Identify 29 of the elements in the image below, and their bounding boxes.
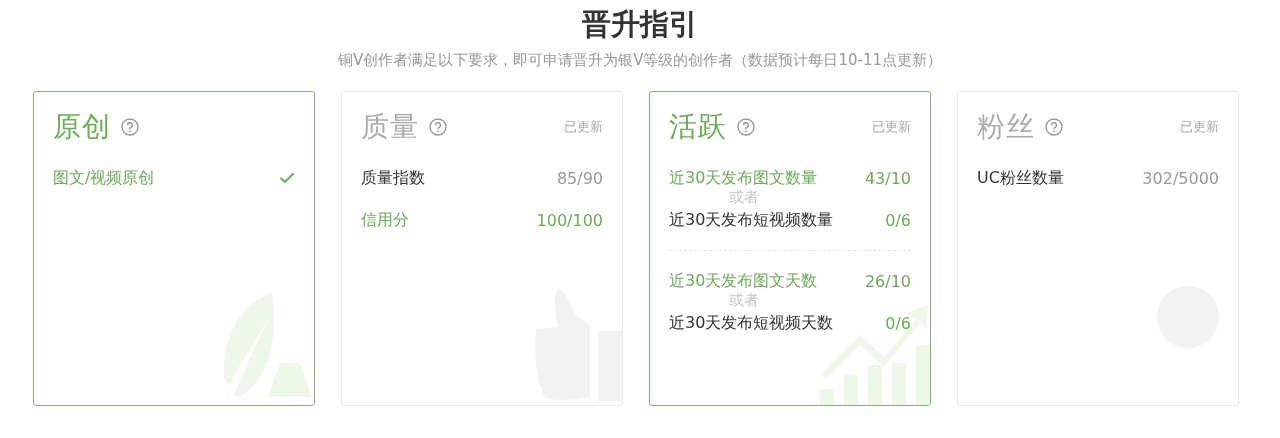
help-icon[interactable] — [121, 118, 139, 136]
requirement-label: 图文/视频原创 — [53, 167, 155, 189]
requirement-label: 信用分 — [361, 209, 409, 231]
requirement-value: 0/6 — [885, 313, 911, 333]
requirement-label: 近30天发布图文天数 — [669, 270, 818, 292]
help-icon[interactable] — [429, 118, 447, 136]
requirement-value: 302/5000 — [1142, 168, 1219, 188]
card-title: 活跃 — [669, 109, 727, 145]
card-title: 质量 — [361, 109, 419, 145]
requirement-label: 近30天发布短视频天数 — [669, 312, 834, 334]
requirement-value: 26/10 — [864, 271, 911, 291]
requirement-label: UC粉丝数量 — [977, 167, 1064, 189]
requirement-value: 43/10 — [864, 168, 911, 188]
page-subtitle: 铜V创作者满足以下要求，即可申请晋升为银V等级的创作者（数据预计每日10-11点更新） — [337, 51, 943, 70]
requirement-value: 0/6 — [885, 210, 911, 230]
check-icon — [279, 172, 295, 184]
requirement-value: 85/90 — [556, 168, 603, 188]
requirement-label: 质量指数 — [361, 167, 425, 189]
help-icon[interactable] — [1045, 118, 1063, 136]
requirement-value: 100/100 — [536, 210, 603, 230]
update-status: 已更新 — [872, 118, 911, 136]
update-status: 已更新 — [1180, 118, 1219, 136]
page-title: 晋升指引 — [582, 6, 698, 43]
card-title: 原创 — [53, 109, 111, 145]
requirement-label: 近30天发布图文数量 — [669, 167, 818, 189]
update-status: 已更新 — [564, 118, 603, 136]
help-icon[interactable] — [737, 118, 755, 136]
card-title: 粉丝 — [977, 109, 1035, 145]
requirement-label: 近30天发布短视频数量 — [669, 209, 834, 231]
